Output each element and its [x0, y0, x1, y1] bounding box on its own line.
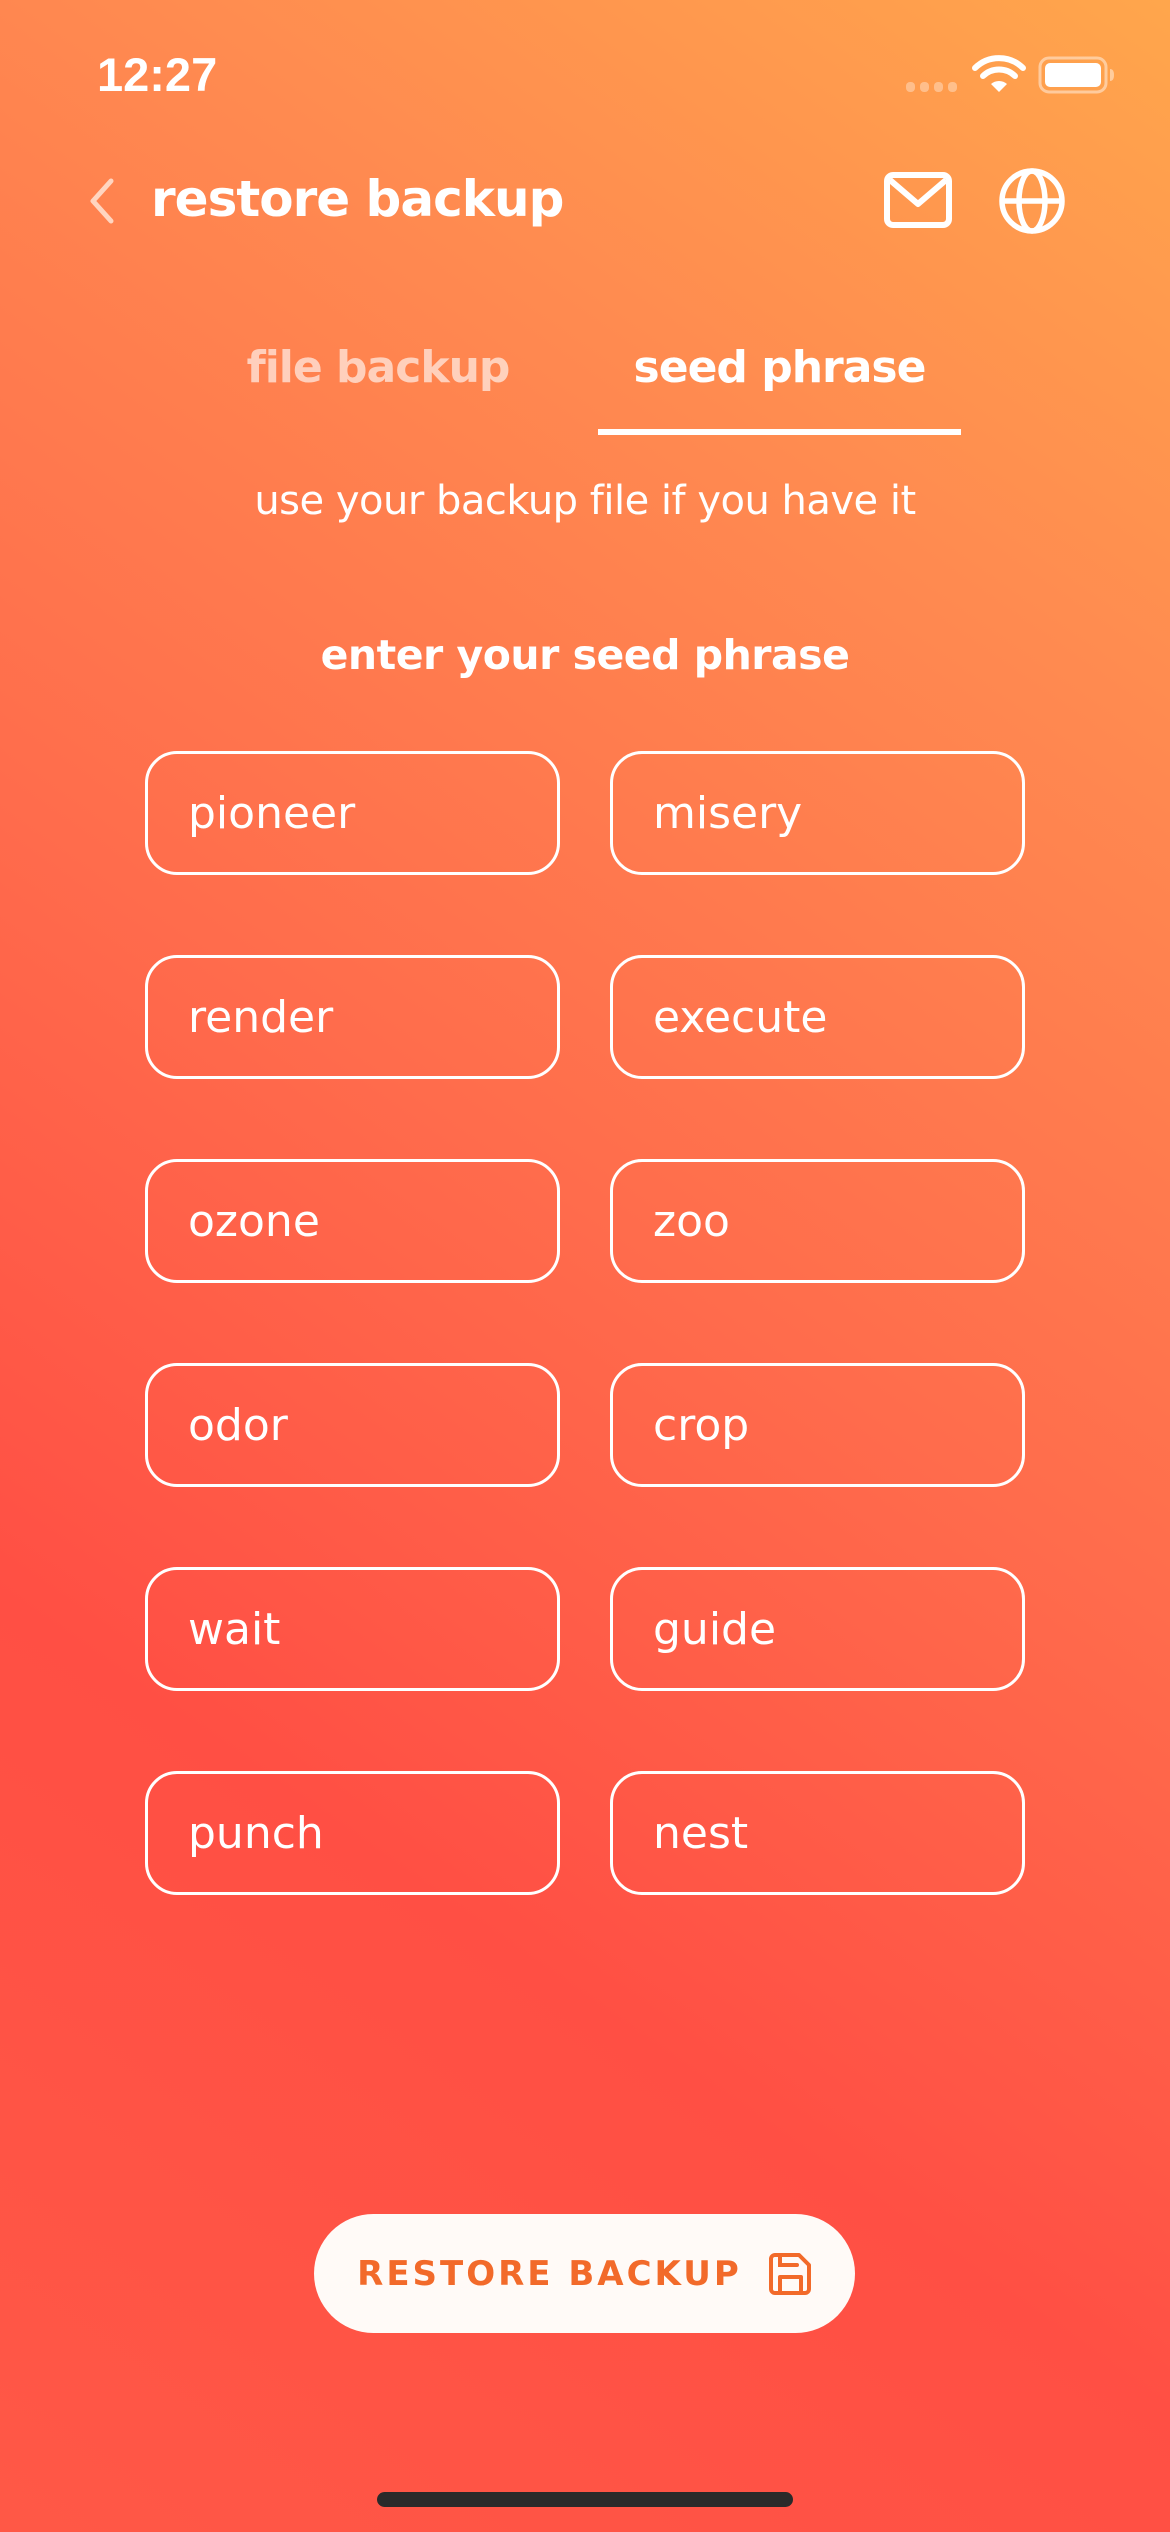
seed-word-input-2[interactable]: misery	[610, 751, 1025, 875]
floppy-disk-icon	[768, 2252, 811, 2295]
seed-word-input-4[interactable]: execute	[610, 955, 1025, 1079]
seed-word-input-1[interactable]: pioneer	[145, 751, 560, 875]
active-tab-indicator	[598, 429, 961, 435]
wifi-icon	[972, 55, 1026, 92]
seed-word-input-12[interactable]: nest	[610, 1771, 1025, 1895]
status-time: 12:27	[97, 48, 218, 101]
seed-word-input-3[interactable]: render	[145, 955, 560, 1079]
seed-word-input-7[interactable]: odor	[145, 1363, 560, 1487]
seed-word-input-9[interactable]: wait	[145, 1567, 560, 1691]
globe-icon	[999, 168, 1065, 234]
seed-word-input-10[interactable]: guide	[610, 1567, 1025, 1691]
language-button[interactable]	[994, 164, 1070, 238]
back-button[interactable]	[80, 170, 124, 232]
signal-dots-icon	[906, 82, 957, 92]
tab-seed-phrase[interactable]: seed phrase	[598, 338, 961, 398]
seed-word-input-6[interactable]: zoo	[610, 1159, 1025, 1283]
home-indicator	[377, 2492, 793, 2507]
seed-word-input-5[interactable]: ozone	[145, 1159, 560, 1283]
seed-word-grid: pioneer misery render execute ozone zoo …	[145, 751, 1025, 1895]
seed-word-input-11[interactable]: punch	[145, 1771, 560, 1895]
chevron-left-icon	[90, 178, 114, 224]
mail-button[interactable]	[880, 166, 956, 234]
page-title: restore backup	[151, 170, 564, 228]
tab-file-backup[interactable]: file backup	[230, 338, 526, 398]
battery-icon	[1038, 56, 1114, 94]
restore-backup-button[interactable]: RESTORE BACKUP	[314, 2214, 855, 2333]
subtitle: use your backup file if you have it	[254, 478, 916, 524]
seed-phrase-heading: enter your seed phrase	[320, 631, 850, 679]
mail-icon	[884, 172, 952, 228]
seed-word-input-8[interactable]: crop	[610, 1363, 1025, 1487]
restore-backup-label: RESTORE BACKUP	[357, 2253, 742, 2294]
